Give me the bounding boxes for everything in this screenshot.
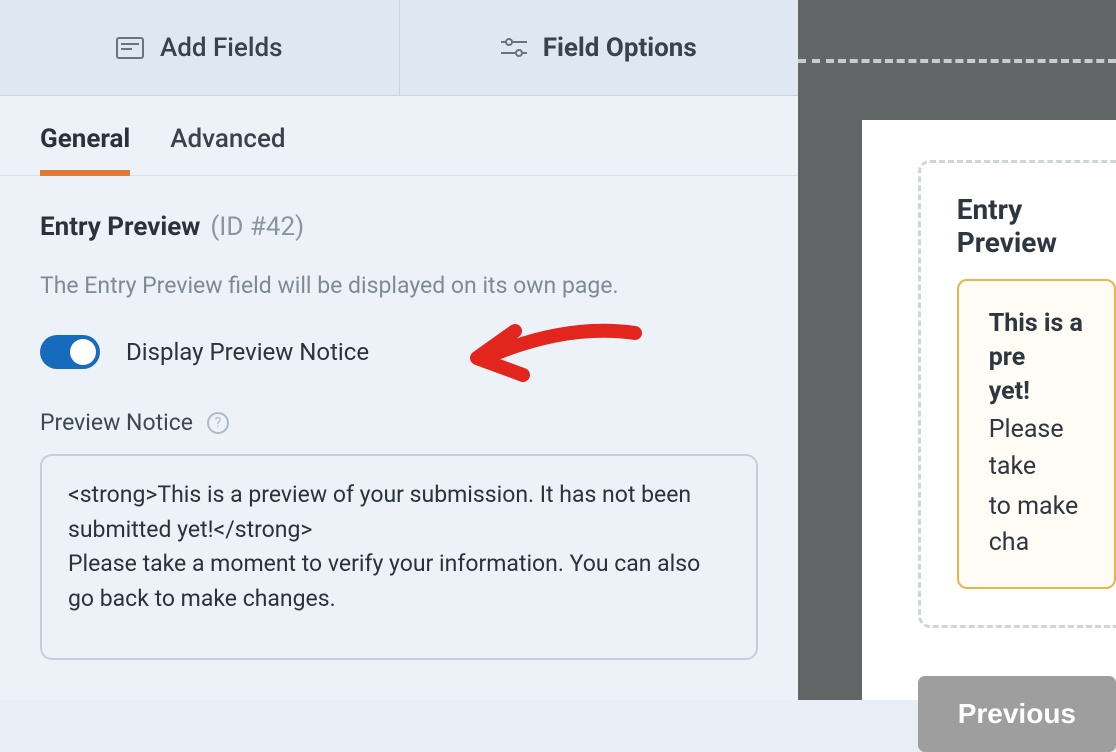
dashed-divider [798,59,834,63]
toggle-knob [70,339,96,365]
form-icon [116,37,144,59]
subtab-advanced[interactable]: Advanced [170,124,285,175]
subtab-general[interactable]: General [40,124,130,176]
preview-notice-textarea[interactable] [40,454,758,660]
section-description: The Entry Preview field will be displaye… [40,272,758,299]
toggle-label: Display Preview Notice [126,338,369,366]
top-tabs: Add Fields Field Options [0,0,798,96]
section-id: (ID #42) [210,212,304,242]
sliders-icon [501,37,527,59]
notice-line4: to make cha [989,489,1114,562]
notice-bold-line1: This is a pre [989,307,1114,375]
annotation-arrow-icon [465,313,645,403]
preview-card: Entry Preview This is a pre yet! Please … [862,120,1116,700]
sub-tabs: General Advanced [0,96,798,176]
preview-notice-label: Preview Notice [40,409,193,436]
display-preview-notice-toggle[interactable] [40,335,100,369]
notice-line3: Please take [989,412,1114,485]
tab-field-options-label: Field Options [543,33,697,63]
notice-bold-line2: yet! [989,375,1114,409]
preview-heading: Entry Preview [957,193,1116,259]
tab-field-options[interactable]: Field Options [399,0,799,95]
tab-add-fields[interactable]: Add Fields [0,0,399,95]
help-icon[interactable]: ? [207,412,229,434]
dashed-divider-right [838,59,1116,63]
previous-button[interactable]: Previous [918,676,1116,752]
section-title: Entry Preview [40,212,200,242]
notice-box: This is a pre yet! Please take to make c… [957,279,1116,589]
entry-preview-box: Entry Preview This is a pre yet! Please … [918,160,1116,628]
tab-add-fields-label: Add Fields [160,33,283,63]
